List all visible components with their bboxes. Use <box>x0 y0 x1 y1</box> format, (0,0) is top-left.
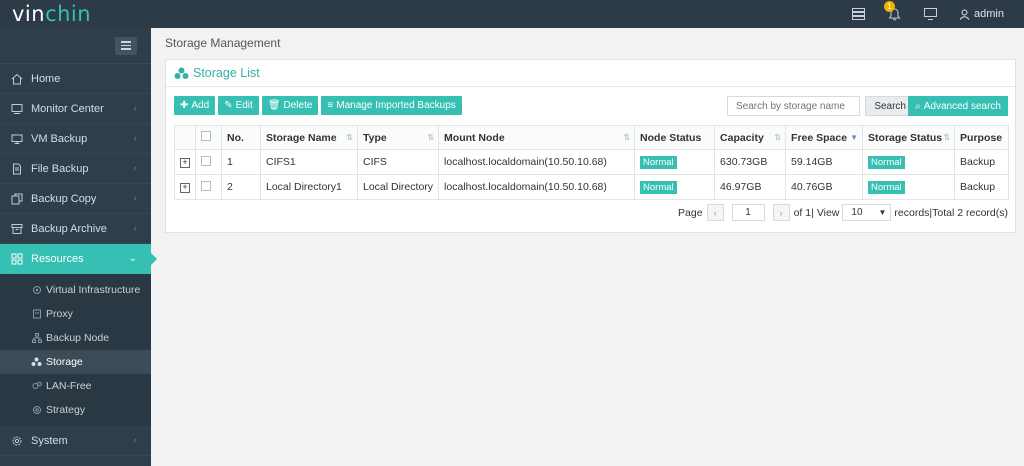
col-storage-name[interactable]: Storage Name ⇅ <box>260 125 358 150</box>
col-free-space[interactable]: Free Space ▼ <box>785 125 864 150</box>
chevron-left-icon: ‹ <box>133 223 137 234</box>
display-icon[interactable] <box>923 7 937 21</box>
sitemap-icon <box>31 333 42 344</box>
sidebar-item-home[interactable]: Home <box>0 64 151 94</box>
chevron-left-icon: ‹ <box>133 103 137 114</box>
prev-page-button[interactable]: ‹ <box>706 204 724 221</box>
gear-icon <box>10 434 24 448</box>
status-badge: Normal <box>640 156 677 169</box>
page-title: Storage Management <box>165 36 281 50</box>
copy-icon <box>10 192 24 206</box>
sort-icon: ⇅ <box>943 133 951 142</box>
proxy-icon <box>31 309 42 320</box>
panel-header: Storage List <box>166 60 1015 87</box>
sidebar-subitem-backup-node[interactable]: Backup Node <box>0 326 151 350</box>
status-badge: Normal <box>868 156 905 169</box>
archive-icon <box>10 222 24 236</box>
edit-button[interactable]: ✎ Edit <box>218 96 259 115</box>
sidebar-item-backup-copy[interactable]: Backup Copy ‹ <box>0 184 151 214</box>
col-capacity[interactable]: Capacity ⇅ <box>714 125 787 150</box>
manage-imported-backups-button[interactable]: ≡ Manage Imported Backups <box>321 96 462 115</box>
vm-icon <box>10 132 24 146</box>
pagination: Page ‹ 1 › of 1| View 10 ▼ records|Total … <box>678 204 1008 221</box>
toolbar: ✚ Add ✎ Edit 🗑 Delete ≡ Manage Imported Back… <box>174 96 462 115</box>
gears-icon <box>31 381 42 392</box>
delete-button[interactable]: 🗑 Delete <box>261 96 319 115</box>
edit-icon: ✎ <box>224 100 233 111</box>
sidebar-toggle-button[interactable] <box>115 36 137 55</box>
plus-icon: ✚ <box>180 100 189 111</box>
advanced-search-button[interactable]: ⌕ Advanced search <box>908 96 1008 116</box>
sort-icon: ⇅ <box>623 133 631 142</box>
notification-badge: 1 <box>884 1 896 12</box>
search-input[interactable] <box>727 96 860 116</box>
chevron-left-icon: ‹ <box>133 163 137 174</box>
search-icon: ⌕ <box>915 100 921 112</box>
row-checkbox[interactable] <box>201 180 211 191</box>
col-mount-node[interactable]: Mount Node ⇅ <box>438 125 636 150</box>
sidebar-subitem-strategy[interactable]: Strategy <box>0 398 151 422</box>
home-icon <box>10 72 24 86</box>
storage-list-panel: Storage List ✚ Add ✎ Edit 🗑 Delete ≡ Manage … <box>165 59 1016 233</box>
panel-title: Storage List <box>193 66 260 80</box>
select-all-checkbox[interactable] <box>201 131 211 141</box>
status-badge: Normal <box>640 181 677 194</box>
sort-icon: ⇅ <box>774 133 782 142</box>
user-icon <box>959 9 970 20</box>
col-node-status[interactable]: Node Status <box>634 125 716 150</box>
sidebar-item-file-backup[interactable]: File Backup ‹ <box>0 154 151 184</box>
storage-icon <box>31 357 42 368</box>
sidebar-subitem-proxy[interactable]: Proxy <box>0 302 151 326</box>
storage-table: No. Storage Name ⇅ Type ⇅ Mount Node ⇅ Node… <box>174 125 1009 200</box>
sidebar-subitem-virtual-infrastructure[interactable]: Virtual Infrastructure <box>0 278 151 302</box>
sidebar-subitem-lan-free[interactable]: LAN-Free <box>0 374 151 398</box>
status-badge: Normal <box>868 181 905 194</box>
expand-icon[interactable]: + <box>180 182 190 193</box>
logo: vinchin <box>12 2 92 26</box>
col-type[interactable]: Type ⇅ <box>356 125 440 150</box>
col-no[interactable]: No. <box>221 125 261 150</box>
row-checkbox[interactable] <box>201 155 211 166</box>
database-icon: ≡ <box>327 100 334 111</box>
chevron-left-icon: ‹ <box>133 133 137 144</box>
file-icon <box>10 162 24 176</box>
sidebar-item-resources[interactable]: Resources ⌄ <box>0 244 157 274</box>
cloud-gear-icon <box>31 285 42 296</box>
main-content: Storage Management Storage List ✚ Add ✎ Ed… <box>151 28 1024 466</box>
chevron-left-icon: ‹ <box>133 193 137 204</box>
sidebar-subitem-storage[interactable]: Storage <box>0 350 151 374</box>
col-storage-status[interactable]: Storage Status ⇅ <box>862 125 956 150</box>
storage-icon <box>174 67 189 79</box>
sidebar: Home Monitor Center ‹ VM Backup ‹ File B… <box>0 28 157 466</box>
top-bar: vinchin 1 admin <box>0 0 1024 28</box>
sidebar-item-backup-archive[interactable]: Backup Archive ‹ <box>0 214 151 244</box>
user-menu[interactable]: admin <box>959 8 1004 20</box>
server-list-icon[interactable] <box>851 7 865 21</box>
page-size-select[interactable]: 10 ▼ <box>842 204 892 221</box>
chevron-down-icon: ⌄ <box>128 253 137 264</box>
expand-icon[interactable]: + <box>180 157 190 168</box>
next-page-button[interactable]: › <box>772 204 790 221</box>
add-button[interactable]: ✚ Add <box>174 96 216 115</box>
table-row[interactable]: + 2 Local Directory1 Local Directory loc… <box>174 174 1009 200</box>
col-purpose[interactable]: Purpose <box>954 125 1009 150</box>
table-row[interactable]: + 1 CIFS1 CIFS localhost.localdomain(10.… <box>174 149 1009 175</box>
trash-icon: 🗑 <box>267 100 281 111</box>
sidebar-item-system[interactable]: System ‹ <box>0 426 151 456</box>
page-input[interactable]: 1 <box>731 204 765 221</box>
notification-icon[interactable]: 1 <box>884 1 901 21</box>
sidebar-item-monitor-center[interactable]: Monitor Center ‹ <box>0 94 151 124</box>
settings-icon <box>31 405 42 416</box>
sidebar-item-vm-backup[interactable]: VM Backup ‹ <box>0 124 151 154</box>
chevron-left-icon: ‹ <box>133 435 137 446</box>
sort-desc-icon: ▼ <box>850 133 859 142</box>
monitor-icon <box>10 102 24 116</box>
sort-icon: ⇅ <box>346 133 353 142</box>
chevron-down-icon: ▼ <box>878 208 887 217</box>
resources-icon <box>10 252 24 266</box>
sort-icon: ⇅ <box>427 133 435 142</box>
